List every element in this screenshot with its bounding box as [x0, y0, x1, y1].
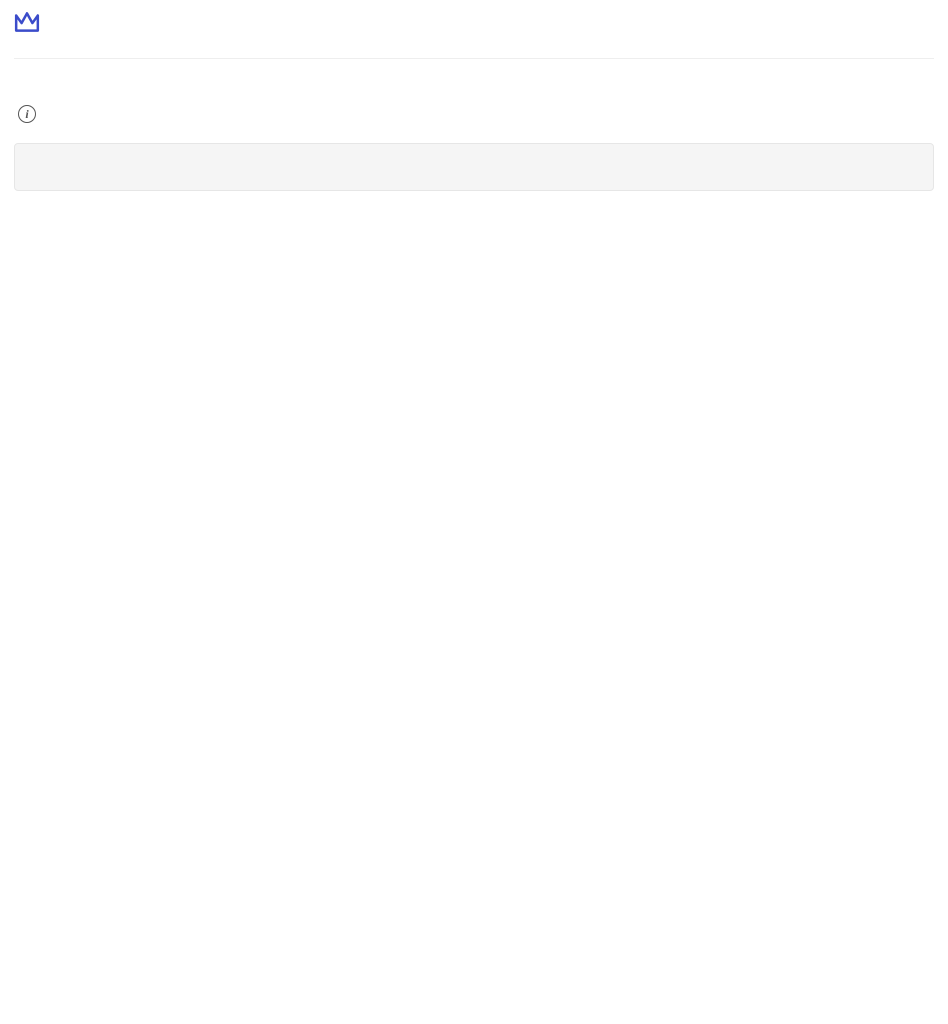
final-score-box [14, 143, 934, 191]
info-icon [18, 105, 36, 123]
page-header [14, 10, 934, 59]
asterisk-note [14, 105, 934, 123]
crown-icon [14, 10, 40, 34]
